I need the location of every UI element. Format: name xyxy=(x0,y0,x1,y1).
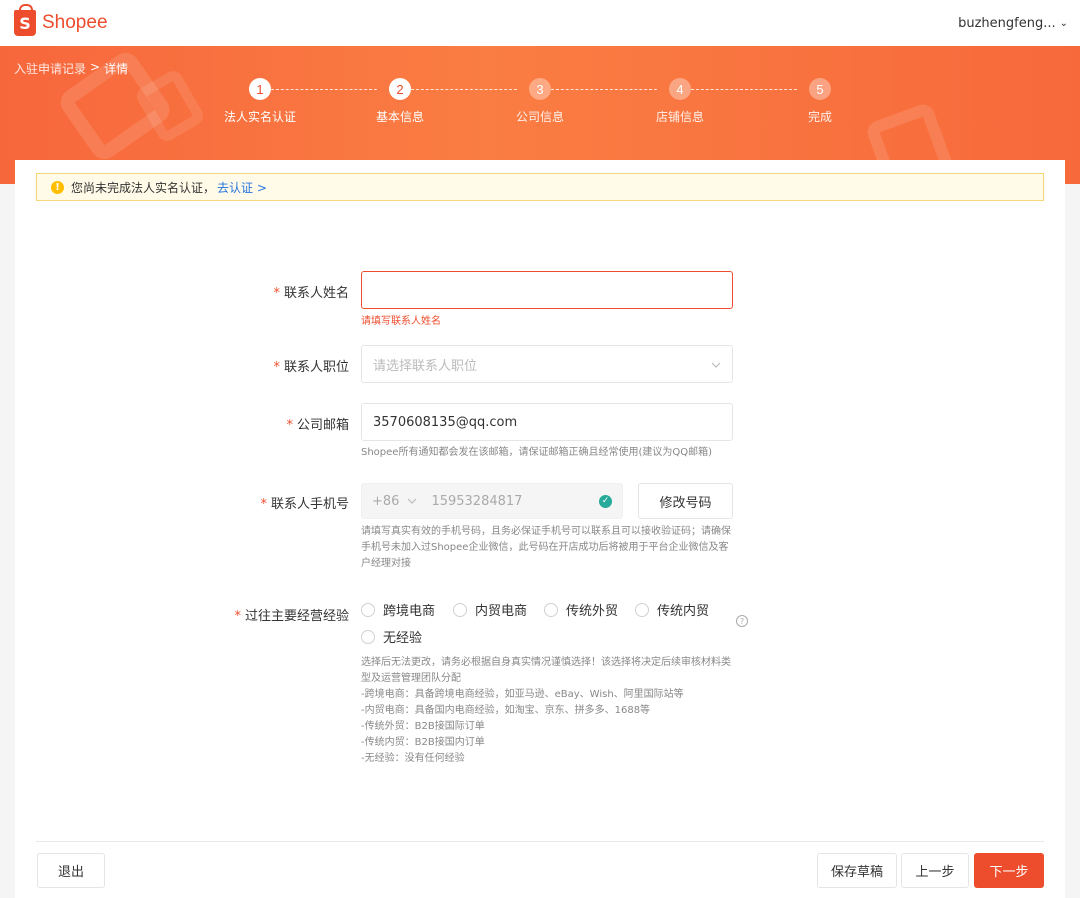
contact-phone-label-text: 联系人手机号 xyxy=(270,497,349,512)
radio-label: 传统内贸 xyxy=(657,604,710,619)
shopee-logo[interactable]: S Shopee xyxy=(14,4,108,36)
company-email-value: 3570608135@qq.com xyxy=(373,414,518,430)
chevron-down-icon xyxy=(408,498,417,504)
step-5: 5 完成 xyxy=(760,78,880,125)
help-icon[interactable]: ? xyxy=(736,615,748,627)
prev-step-button[interactable]: 上一步 xyxy=(901,853,969,888)
radio-domestic-ecommerce[interactable]: 内贸电商 xyxy=(453,600,527,619)
experience-hint: 选择后无法更改，请务必根据自身真实情况谨慎选择！该选择将决定后续审核材料类型及运… xyxy=(361,655,733,767)
company-email-label: * 公司邮箱 xyxy=(286,414,349,433)
radio-traditional-export[interactable]: 传统外贸 xyxy=(544,600,618,619)
step-2: 2 基本信息 xyxy=(340,78,460,125)
radio-no-experience[interactable]: 无经验 xyxy=(361,627,422,646)
breadcrumb-parent[interactable]: 入驻申请记录 xyxy=(14,60,86,77)
breadcrumb: 入驻申请记录 > 详情 xyxy=(14,60,128,77)
required-mark: * xyxy=(234,609,241,624)
warning-icon: ! xyxy=(51,180,64,194)
company-email-input[interactable]: 3570608135@qq.com xyxy=(361,403,733,441)
experience-hint-line: -传统外贸：B2B接国际订单 xyxy=(361,721,485,732)
country-code-select: +86 xyxy=(372,494,417,509)
experience-hint-line: -跨境电商：具备跨境电商经验，如亚马逊、eBay、Wish、阿里国际站等 xyxy=(361,689,684,700)
step-label: 公司信息 xyxy=(515,110,564,124)
step-number: 4 xyxy=(669,78,691,100)
verify-link[interactable]: 去认证 > xyxy=(217,179,267,196)
verification-notice: ! 您尚未完成法人实名认证， 去认证 > xyxy=(36,173,1044,201)
step-label: 完成 xyxy=(807,110,832,124)
contact-name-error: 请填写联系人姓名 xyxy=(361,316,441,327)
contact-phone-hint: 请填写真实有效的手机号码，且务必保证手机号可以联系且可以接收验证码；请确保手机号… xyxy=(361,526,731,569)
step-3: 3 公司信息 xyxy=(480,78,600,125)
experience-hint-line: -传统内贸：B2B接国内订单 xyxy=(361,737,485,748)
contact-position-select[interactable]: 请选择联系人职位 xyxy=(361,345,733,383)
required-mark: * xyxy=(260,497,267,512)
step-label: 法人实名认证 xyxy=(223,110,296,124)
required-mark: * xyxy=(273,286,280,301)
check-circle-icon: ✓ xyxy=(599,494,612,508)
chevron-down-icon: ⌄ xyxy=(1059,17,1068,29)
radio-label: 跨境电商 xyxy=(383,604,436,619)
next-step-button[interactable]: 下一步 xyxy=(974,853,1044,888)
shopee-bag-icon: S xyxy=(14,4,36,36)
radio-traditional-domestic[interactable]: 传统内贸 xyxy=(635,600,709,619)
save-draft-button[interactable]: 保存草稿 xyxy=(817,853,897,888)
required-mark: * xyxy=(273,360,280,375)
exit-button[interactable]: 退出 xyxy=(37,853,105,888)
experience-label-text: 过往主要经营经验 xyxy=(244,609,349,624)
experience-label: * 过往主要经营经验 xyxy=(234,605,349,624)
contact-name-input[interactable] xyxy=(361,271,733,309)
form-card: ! 您尚未完成法人实名认证， 去认证 > * 联系人姓名 请填写联系人姓名 * 联系… xyxy=(15,160,1065,898)
contact-phone-input: +86 15953284817 ✓ xyxy=(361,483,623,519)
required-mark: * xyxy=(286,418,293,433)
radio-circle[interactable] xyxy=(361,602,375,617)
step-number: 3 xyxy=(529,78,551,100)
contact-name-label: * 联系人姓名 xyxy=(273,282,349,301)
breadcrumb-current: 详情 xyxy=(104,62,129,76)
radio-label: 内贸电商 xyxy=(475,604,528,619)
radio-label: 无经验 xyxy=(383,631,423,646)
radio-label: 传统外贸 xyxy=(566,604,619,619)
step-label: 店铺信息 xyxy=(655,110,704,124)
contact-position-placeholder: 请选择联系人职位 xyxy=(373,358,478,374)
contact-name-label-text: 联系人姓名 xyxy=(283,286,349,301)
experience-radio-group: 跨境电商 内贸电商 传统外贸 传统内贸 无经验 xyxy=(361,600,741,650)
username: buzhengfeng... xyxy=(958,15,1056,31)
company-email-label-text: 公司邮箱 xyxy=(296,418,349,433)
notice-text: 您尚未完成法人实名认证， xyxy=(71,180,216,195)
step-4: 4 店铺信息 xyxy=(620,78,740,125)
breadcrumb-separator: > xyxy=(90,60,101,74)
radio-circle[interactable] xyxy=(544,602,558,617)
step-number: 1 xyxy=(249,78,271,100)
country-code: +86 xyxy=(372,493,400,509)
contact-position-label: * 联系人职位 xyxy=(273,356,349,375)
contact-phone-label: * 联系人手机号 xyxy=(260,493,349,512)
change-number-button[interactable]: 修改号码 xyxy=(638,483,733,519)
experience-hint-line: -无经验：没有任何经验 xyxy=(361,753,465,764)
logo-text: Shopee xyxy=(42,12,108,33)
user-menu[interactable]: buzhengfeng... ⌄ xyxy=(958,16,1068,31)
footer-divider xyxy=(36,841,1044,842)
company-email-hint: Shopee所有通知都会发在该邮箱，请保证邮箱正确且经常使用(建议为QQ邮箱) xyxy=(361,447,713,458)
experience-hint-line: 选择后无法更改，请务必根据自身真实情况谨慎选择！该选择将决定后续审核材料类型及运… xyxy=(361,657,731,684)
step-1: 1 法人实名认证 xyxy=(200,78,320,125)
phone-number: 15953284817 xyxy=(431,493,523,509)
step-label: 基本信息 xyxy=(375,110,424,124)
step-number: 5 xyxy=(809,78,831,100)
contact-position-label-text: 联系人职位 xyxy=(283,360,349,375)
radio-circle[interactable] xyxy=(361,629,375,644)
step-number: 2 xyxy=(389,78,411,100)
top-bar: S Shopee buzhengfeng... ⌄ xyxy=(0,0,1080,46)
chevron-down-icon xyxy=(711,358,721,371)
experience-hint-line: -内贸电商：具备国内电商经验，如淘宝、京东、拼多多、1688等 xyxy=(361,705,651,716)
radio-circle[interactable] xyxy=(453,602,467,617)
radio-cross-border[interactable]: 跨境电商 xyxy=(361,600,435,619)
radio-circle[interactable] xyxy=(635,602,649,617)
